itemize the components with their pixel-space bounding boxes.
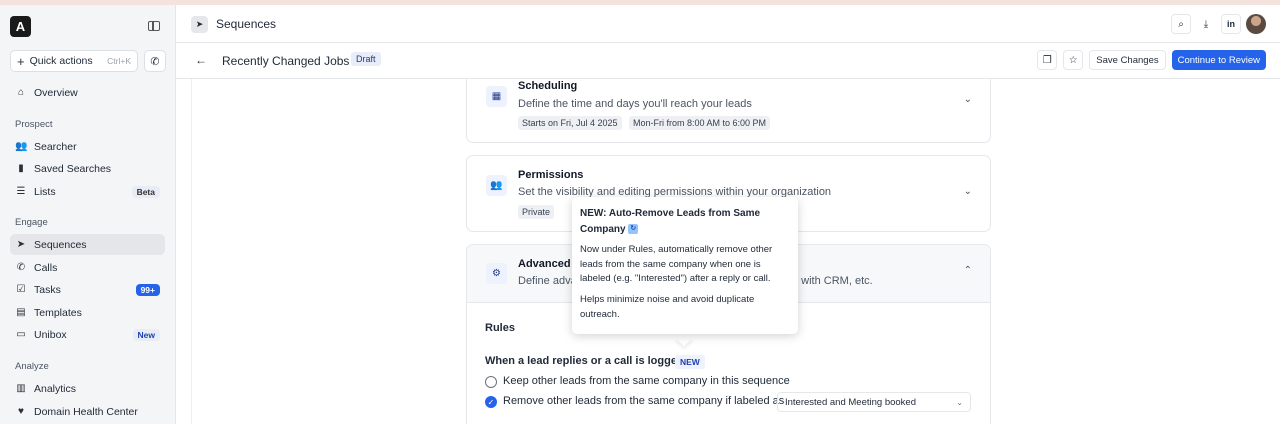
sidebar-collapse-icon[interactable] — [146, 19, 162, 33]
sidebar-item-label: Analytics — [34, 382, 77, 395]
inbox-icon: ▭ — [16, 329, 26, 340]
phone-icon: ✆ — [16, 262, 26, 273]
chevron-up-icon[interactable]: ⌃ — [964, 265, 972, 276]
scheduling-card[interactable]: ▦ Scheduling Define the time and days yo… — [466, 79, 991, 143]
sidebar-item-label: Saved Searches — [34, 162, 112, 175]
stethoscope-icon: ♥ — [18, 406, 24, 417]
chevron-down-icon: ⌄ — [956, 397, 963, 407]
sequence-title: Recently Changed Jobs — [222, 54, 350, 68]
quick-actions-shortcut: Ctrl+K — [107, 56, 131, 66]
list-icon: ☰ — [16, 186, 26, 197]
sidebar-item-overview[interactable]: ⌂ Overview — [10, 82, 165, 103]
sidebar: A + Quick actions Ctrl+K ✆ ⌂ Overview Pr… — [0, 5, 175, 424]
document-icon: ▤ — [16, 307, 26, 318]
feature-tooltip: NEW: Auto-Remove Leads from Same Company… — [572, 197, 798, 334]
plus-icon: + — [17, 53, 25, 69]
gear-icon: ⚙ — [486, 263, 507, 284]
sidebar-item-unibox[interactable]: ▭ Unibox New — [10, 324, 165, 345]
sidebar-item-label: Templates — [34, 306, 82, 319]
sidebar-item-label: Searcher — [34, 140, 77, 153]
header-tools: ⌕ ⤓ in — [1171, 14, 1266, 34]
tooltip-title: NEW: Auto-Remove Leads from Same Company… — [580, 208, 761, 235]
linkedin-icon[interactable]: in — [1221, 14, 1241, 34]
phone-icon: ✆ — [150, 55, 160, 68]
label-select-value: Interested and Meeting booked — [785, 396, 916, 408]
download-icon[interactable]: ⤓ — [1196, 14, 1216, 34]
visibility-chip: Private — [518, 205, 555, 219]
send-icon: ➤ — [16, 239, 26, 250]
card-description-end: g with CRM, etc. — [792, 275, 873, 287]
calendar-icon: ▦ — [486, 86, 507, 107]
rules-heading: Rules — [485, 322, 515, 334]
sidebar-item-lists[interactable]: ☰ Lists Beta — [10, 181, 165, 202]
sidebar-item-searcher[interactable]: 👥 Searcher — [10, 136, 165, 157]
sidebar-item-analytics[interactable]: ▥ Analytics — [10, 378, 165, 399]
sidebar-item-label: Sequences — [34, 238, 87, 251]
sequence-actions: ❐ ☆ Save Changes Continue to Review — [1037, 50, 1266, 70]
sidebar-item-calls[interactable]: ✆ Calls — [10, 257, 165, 278]
avatar[interactable] — [1246, 14, 1266, 34]
home-icon: ⌂ — [17, 87, 25, 98]
star-icon[interactable]: ☆ — [1063, 50, 1084, 70]
sidebar-item-label: Domain Health Center — [34, 405, 138, 418]
sidebar-item-label: Unibox — [34, 328, 67, 341]
label-select[interactable]: Interested and Meeting booked ⌄ — [777, 392, 971, 412]
status-badge: Draft — [351, 52, 381, 66]
start-date-chip: Starts on Fri, Jul 4 2025 — [518, 116, 622, 130]
card-description: Define the time and days you'll reach yo… — [518, 98, 752, 110]
bookmark-icon: ▮ — [18, 163, 24, 174]
people-icon: 👥 — [15, 141, 28, 152]
tasks-count-badge: 99+ — [135, 283, 160, 296]
schedule-chip: Mon-Fri from 8:00 AM to 6:00 PM — [629, 116, 771, 130]
sidebar-item-label: Tasks — [34, 283, 61, 296]
sidebar-item-label: Lists — [34, 185, 56, 198]
keep-leads-label: Keep other leads from the same company i… — [503, 375, 790, 387]
rule-question: When a lead replies or a call is logged — [485, 355, 684, 367]
top-header: ➤ Sequences ⌕ ⤓ in — [176, 5, 1280, 43]
page-title: Sequences — [216, 17, 277, 31]
refresh-icon: ↻ — [628, 223, 639, 234]
tooltip-body: Now under Rules, automatically remove ot… — [580, 244, 773, 285]
search-icon[interactable]: ⌕ — [1171, 14, 1191, 34]
sequence-header: ← Recently Changed Jobs Draft ❐ ☆ Save C… — [176, 43, 1280, 79]
tooltip-note: Helps minimize noise and avoid duplicate… — [580, 294, 755, 320]
sidebar-item-templates[interactable]: ▤ Templates — [10, 302, 165, 323]
beta-badge: Beta — [131, 185, 160, 198]
section-analyze: Analyze — [15, 361, 49, 372]
sidebar-item-domain-health[interactable]: ♥ Domain Health Center — [10, 401, 165, 422]
phone-button[interactable]: ✆ — [144, 50, 166, 72]
sidebar-item-sequences[interactable]: ➤ Sequences — [10, 234, 165, 255]
sidebar-item-tasks[interactable]: ☑ Tasks 99+ — [10, 279, 165, 300]
duplicate-icon[interactable]: ❐ — [1037, 50, 1058, 70]
send-icon: ➤ — [191, 16, 208, 33]
keep-leads-radio[interactable] — [485, 376, 497, 388]
continue-to-review-button[interactable]: Continue to Review — [1171, 50, 1266, 70]
checkbox-icon: ☑ — [16, 284, 26, 295]
quick-actions-button[interactable]: + Quick actions Ctrl+K — [10, 50, 138, 72]
section-engage: Engage — [15, 217, 48, 228]
quick-actions-label: Quick actions — [29, 55, 93, 67]
people-icon: 👥 — [486, 175, 507, 196]
remove-leads-label: Remove other leads from the same company… — [503, 395, 785, 407]
new-badge: New — [132, 328, 160, 341]
chevron-down-icon[interactable]: ⌄ — [964, 186, 972, 197]
section-prospect: Prospect — [15, 119, 53, 130]
card-title: Scheduling — [518, 80, 578, 92]
bar-chart-icon: ▥ — [16, 383, 26, 394]
remove-leads-radio[interactable]: ✓ — [485, 396, 497, 408]
sidebar-item-label: Overview — [34, 86, 78, 99]
sidebar-item-label: Calls — [34, 261, 58, 274]
new-tag: NEW — [675, 355, 705, 369]
chevron-down-icon[interactable]: ⌄ — [964, 94, 972, 105]
sidebar-item-saved-searches[interactable]: ▮ Saved Searches — [10, 158, 165, 179]
card-title: Permissions — [518, 169, 584, 181]
app-logo[interactable]: A — [10, 16, 31, 37]
back-arrow-icon[interactable]: ← — [195, 53, 207, 67]
save-changes-button[interactable]: Save Changes — [1089, 50, 1166, 70]
